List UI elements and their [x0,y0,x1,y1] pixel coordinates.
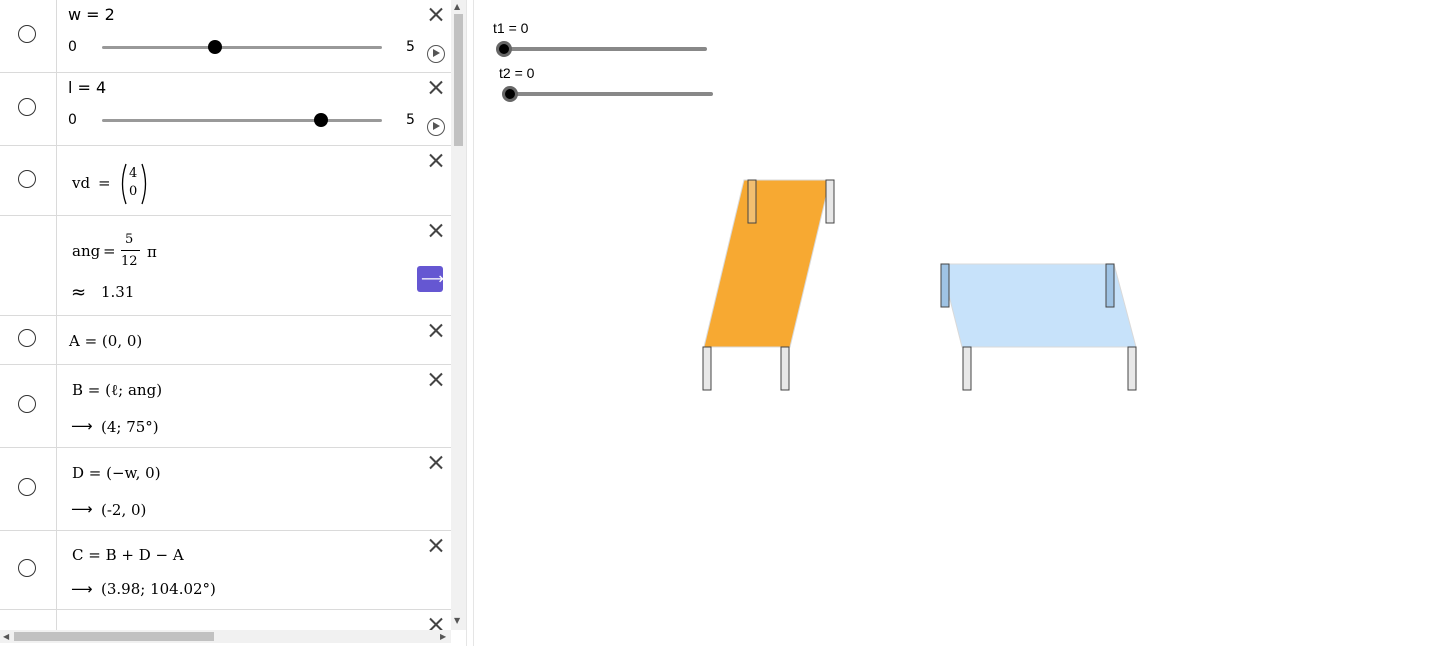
slider-max: 5 [406,39,415,55]
equals-sign: = [98,174,111,192]
pi-symbol: π [147,243,157,261]
marble-column [0,0,57,72]
blue-leg[interactable] [1105,263,1115,308]
marble-column [0,365,57,447]
approx-value: 1.31 [101,283,135,301]
marble-column [0,610,57,630]
vector-y: 0 [129,184,138,199]
point-D-value: (-2, 0) [101,501,147,519]
visibility-toggle[interactable] [18,98,36,116]
orange-table-top[interactable] [703,179,831,348]
visibility-toggle[interactable] [18,395,36,413]
blue-leg[interactable] [962,346,972,391]
scroll-right-icon[interactable]: ▶ [440,632,446,641]
play-icon[interactable] [427,118,445,136]
arrow-icon: ⟶ [71,580,93,598]
algebra-row-w[interactable]: w = 2 0 5 [0,0,451,73]
view-divider[interactable] [466,0,474,646]
output-toggle-button[interactable] [417,266,444,292]
algebra-view: w = 2 0 5 l = 4 0 5 vd = 4 0 ang = 5 12 … [0,0,451,630]
play-icon[interactable] [427,45,445,63]
arrow-icon: ⟶ [71,417,93,435]
algebra-row-A[interactable]: A = (0, 0) [0,316,451,365]
algebra-row-next[interactable] [0,610,451,630]
delete-icon[interactable] [428,454,444,470]
fraction-numerator: 5 [125,232,134,247]
algebra-row-l[interactable]: l = 4 0 5 [0,73,451,146]
angle-name: ang [72,242,101,260]
algebra-row-D[interactable]: D = (−w, 0) ⟶ (-2, 0) [0,448,451,531]
point-C-value: (3.98; 104.02°) [101,580,216,598]
marble-column [0,216,57,315]
vector-name: vd [72,174,91,192]
orange-leg[interactable] [780,346,790,391]
delete-icon[interactable] [428,222,444,238]
delete-icon[interactable] [428,6,444,22]
slider-w-track[interactable] [102,46,382,49]
slider-w-knob[interactable] [208,40,222,54]
vertical-scroll-thumb[interactable] [454,14,463,146]
marble-column [0,316,57,364]
visibility-toggle[interactable] [18,559,36,577]
visibility-toggle[interactable] [18,478,36,496]
blue-leg[interactable] [1127,346,1137,391]
algebra-row-B[interactable]: B = (ℓ; ang) ⟶ (4; 75°) [0,365,451,448]
marble-column [0,531,57,609]
vector-x: 4 [129,166,138,181]
slider-l-knob[interactable] [314,113,328,127]
delete-icon[interactable] [428,79,444,95]
scroll-up-icon[interactable]: ▲ [454,2,460,11]
slider-w-label: w = 2 [68,5,115,24]
fraction-bar [121,250,140,251]
fraction-denominator: 12 [121,254,138,269]
slider-min: 0 [68,112,77,128]
point-A-definition: A = (0, 0) [69,332,143,350]
delete-icon[interactable] [428,371,444,387]
blue-leg[interactable] [940,263,950,308]
marble-column [0,146,57,215]
orange-leg[interactable] [825,179,835,224]
point-B-definition: B = (ℓ; ang) [72,381,163,399]
graphics-view[interactable]: t1 = 0 t2 = 0 [474,0,1440,646]
point-C-definition: C = B + D − A [72,546,184,564]
slider-min: 0 [68,39,77,55]
delete-icon[interactable] [428,616,444,630]
equals-sign: = [103,242,116,260]
arrow-icon: ⟶ [71,500,93,518]
slider-max: 5 [406,112,415,128]
visibility-toggle[interactable] [18,25,36,43]
slider-l-label: l = 4 [68,78,107,97]
delete-icon[interactable] [428,322,444,338]
marble-column [0,448,57,530]
geometry-canvas[interactable] [474,0,1440,646]
point-D-definition: D = (−w, 0) [72,464,161,482]
slider-l-track[interactable] [102,119,382,122]
visibility-toggle[interactable] [18,329,36,347]
scroll-left-icon[interactable]: ◀ [3,632,9,641]
orange-leg[interactable] [747,179,757,224]
marble-column [0,73,57,145]
visibility-toggle[interactable] [18,170,36,188]
delete-icon[interactable] [428,152,444,168]
point-B-value: (4; 75°) [101,418,159,436]
orange-leg[interactable] [702,346,712,391]
horizontal-scroll-thumb[interactable] [14,632,214,641]
delete-icon[interactable] [428,537,444,553]
algebra-row-C[interactable]: C = B + D − A ⟶ (3.98; 104.02°) [0,531,451,610]
approx-symbol: ≈ [71,282,87,303]
algebra-row-vd[interactable]: vd = 4 0 [0,146,451,216]
algebra-row-ang[interactable]: ang = 5 12 π ≈ 1.31 [0,216,451,316]
scroll-down-icon[interactable]: ▼ [454,616,460,625]
